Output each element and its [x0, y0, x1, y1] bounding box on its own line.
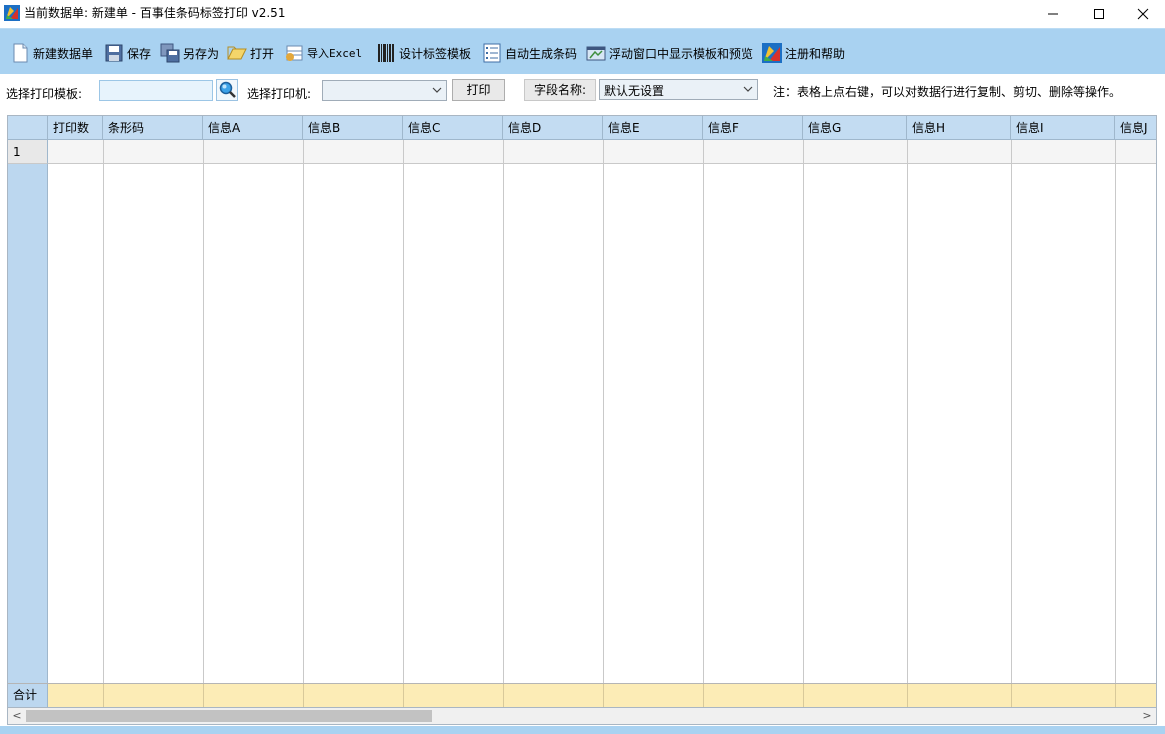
grid-header-row: 打印数 条形码 信息A 信息B 信息C 信息D 信息E 信息F 信息G 信息H … — [8, 116, 1156, 140]
column-header[interactable]: 打印数 — [48, 116, 103, 140]
browse-template-button[interactable] — [216, 79, 238, 101]
field-name-label: 字段名称: — [524, 79, 596, 101]
column-divider — [907, 140, 908, 683]
field-name-value: 默认无设置 — [604, 84, 665, 98]
column-header[interactable]: 信息A — [203, 116, 303, 140]
import-excel-label: 导入Excel — [307, 47, 363, 60]
usage-note: 注：表格上点右键，可以对数据行进行复制、剪切、删除等操作。 — [773, 85, 1122, 99]
title-bar: 当前数据单: 新建单 - 百事佳条码标签打印 v2.51 — [0, 0, 1165, 28]
print-button[interactable]: 打印 — [452, 79, 505, 101]
column-header[interactable]: 信息I — [1011, 116, 1115, 140]
column-header[interactable]: 信息B — [303, 116, 403, 140]
column-header[interactable]: 信息G — [803, 116, 907, 140]
floating-preview-button[interactable]: 浮动窗口中显示模板和预览 — [586, 42, 753, 64]
column-header[interactable]: 信息J — [1115, 116, 1156, 140]
column-divider — [803, 140, 804, 683]
search-icon — [219, 81, 236, 98]
scrollbar-thumb[interactable] — [26, 710, 432, 722]
import-excel-button[interactable]: 导入Excel — [284, 42, 362, 64]
import-excel-icon — [284, 43, 304, 63]
minimize-button[interactable] — [1030, 0, 1076, 28]
open-folder-icon — [227, 43, 247, 63]
total-row: 合计 — [8, 683, 1156, 707]
scroll-right-button[interactable]: > — [1140, 708, 1154, 725]
save-icon — [104, 43, 124, 63]
new-data-sheet-button[interactable]: 新建数据单 — [10, 42, 93, 64]
row-header-column — [8, 116, 48, 707]
minimize-icon — [1048, 13, 1058, 15]
register-help-label: 注册和帮助 — [785, 46, 846, 61]
template-label: 选择打印模板: — [6, 87, 83, 101]
maximize-button[interactable] — [1076, 0, 1122, 28]
auto-generate-barcode-button[interactable]: 自动生成条码 — [482, 42, 577, 64]
printer-select[interactable] — [322, 80, 447, 101]
data-grid[interactable]: 打印数 条形码 信息A 信息B 信息C 信息D 信息E 信息F 信息G 信息H … — [7, 115, 1157, 708]
scroll-left-button[interactable]: < — [10, 708, 24, 725]
design-label-template-button[interactable]: 设计标签模板 — [376, 42, 471, 64]
column-divider — [103, 140, 104, 683]
chevron-down-icon — [432, 85, 442, 98]
open-button[interactable]: 打开 — [227, 42, 274, 64]
printer-label: 选择打印机: — [247, 87, 312, 101]
corner-header-cell[interactable] — [8, 116, 48, 140]
save-as-icon — [160, 43, 180, 63]
column-divider — [303, 140, 304, 683]
column-divider — [403, 140, 404, 683]
save-button[interactable]: 保存 — [104, 42, 151, 64]
preview-window-icon — [586, 43, 606, 63]
column-divider — [203, 140, 204, 683]
column-divider — [503, 140, 504, 683]
save-label: 保存 — [127, 46, 152, 61]
list-icon — [482, 43, 502, 63]
column-divider — [1011, 140, 1012, 683]
column-header[interactable]: 信息F — [703, 116, 803, 140]
app-logo-icon — [4, 5, 20, 21]
barcode-icon — [376, 43, 396, 63]
field-name-select[interactable]: 默认无设置 — [599, 79, 758, 100]
chevron-down-icon — [743, 84, 753, 97]
horizontal-scrollbar[interactable]: < > — [7, 708, 1157, 725]
close-icon — [1137, 8, 1149, 20]
options-bar: 选择打印模板: 选择打印机: 打印 字段名称: 默认无设置 注：表格上点右键，可… — [0, 74, 1165, 108]
main-toolbar: 新建数据单 保存 另存为 打开 导入Excel 设计标签模板 自动生成条码 浮动… — [0, 28, 1165, 74]
template-input[interactable] — [99, 80, 213, 101]
column-header[interactable]: 信息C — [403, 116, 503, 140]
open-label: 打开 — [250, 46, 275, 61]
new-data-sheet-label: 新建数据单 — [33, 46, 94, 61]
column-header[interactable]: 信息E — [603, 116, 703, 140]
maximize-icon — [1094, 9, 1104, 19]
floating-preview-label: 浮动窗口中显示模板和预览 — [609, 46, 754, 61]
row-number[interactable]: 1 — [8, 140, 48, 164]
save-as-button[interactable]: 另存为 — [160, 42, 219, 64]
window-title: 当前数据单: 新建单 - 百事佳条码标签打印 v2.51 — [24, 6, 286, 20]
new-document-icon — [10, 43, 30, 63]
column-header[interactable]: 条形码 — [103, 116, 203, 140]
total-label: 合计 — [8, 684, 48, 707]
column-header[interactable]: 信息D — [503, 116, 603, 140]
save-as-label: 另存为 — [183, 46, 220, 61]
close-button[interactable] — [1120, 0, 1165, 28]
auto-generate-barcode-label: 自动生成条码 — [505, 46, 578, 61]
column-divider — [603, 140, 604, 683]
column-header[interactable]: 信息H — [907, 116, 1011, 140]
design-label-template-label: 设计标签模板 — [399, 46, 472, 61]
status-strip — [0, 726, 1165, 734]
help-icon — [762, 43, 782, 63]
register-help-button[interactable]: 注册和帮助 — [762, 42, 845, 64]
column-divider — [703, 140, 704, 683]
column-divider — [1115, 140, 1116, 683]
